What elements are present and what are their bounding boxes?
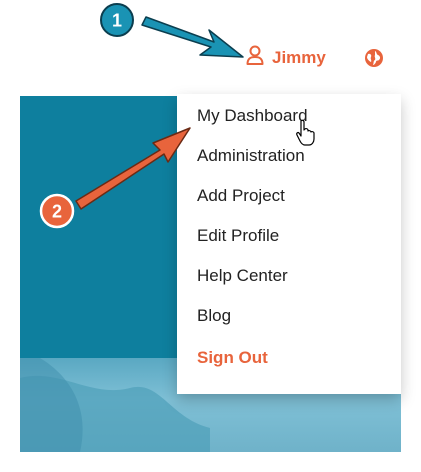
menu-item-edit-profile[interactable]: Edit Profile	[197, 226, 279, 246]
user-icon	[246, 45, 264, 70]
menu-item-help-center[interactable]: Help Center	[197, 266, 288, 286]
menu-item-administration[interactable]: Administration	[197, 146, 305, 166]
menu-item-add-project[interactable]: Add Project	[197, 186, 285, 206]
callout-badge-1: 1	[100, 3, 134, 37]
user-name[interactable]: Jimmy	[272, 48, 326, 68]
globe-icon[interactable]	[364, 48, 384, 73]
menu-item-my-dashboard[interactable]: My Dashboard	[197, 106, 308, 126]
callout-badge-1-label: 1	[112, 11, 122, 31]
callout-arrow-1	[141, 16, 244, 58]
user-menu-toggle[interactable]: Jimmy	[246, 45, 326, 70]
menu-item-blog[interactable]: Blog	[197, 306, 231, 326]
user-dropdown-menu: My Dashboard Administration Add Project …	[177, 94, 401, 394]
menu-item-sign-out[interactable]: Sign Out	[197, 348, 268, 368]
